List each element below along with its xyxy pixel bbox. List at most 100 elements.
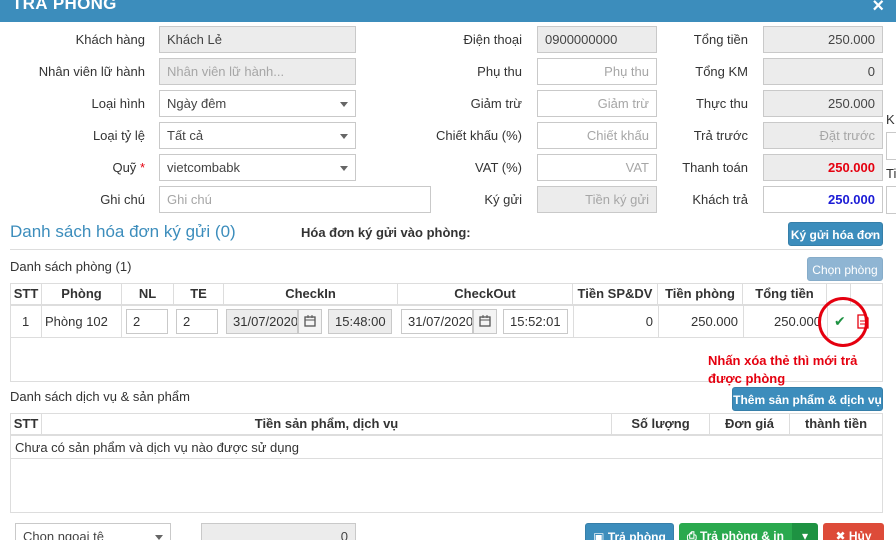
net-received-field: 250.000 xyxy=(763,90,883,117)
row-divider xyxy=(11,337,882,338)
row-separator xyxy=(41,305,42,337)
currency-select-value: Chọn ngoại tệ xyxy=(23,529,104,540)
col-service-name: Tiền sản phẩm, dịch vụ xyxy=(42,414,612,434)
total-promo-field: 0 xyxy=(763,58,883,85)
row-separator xyxy=(121,305,122,337)
divider xyxy=(10,249,883,250)
col-amount: thành tiền xyxy=(804,416,868,431)
col-stt: STT xyxy=(11,284,42,304)
print-icon: ⎙ xyxy=(687,529,697,540)
col-service-total: Tiền SP&DV xyxy=(573,284,658,304)
total-promo-label: Tổng KM xyxy=(695,64,748,79)
checkout-button-label: Trả phòng xyxy=(607,530,666,540)
checkout-button[interactable]: ▣ Trả phòng xyxy=(585,523,674,540)
deduction-input[interactable]: Giảm trừ xyxy=(537,90,657,117)
rate-type-select[interactable]: Tất cả xyxy=(159,122,356,149)
type-select[interactable]: Ngày đêm xyxy=(159,90,356,117)
customer-field[interactable]: Khách Lẻ xyxy=(159,26,356,53)
calendar-icon[interactable] xyxy=(473,309,497,334)
phone-field[interactable]: 0900000000 xyxy=(537,26,657,53)
customer-pays-label: Khách trả xyxy=(692,192,748,207)
rate-type-select-value: Tất cả xyxy=(167,128,204,143)
col-quantity: Số lượng xyxy=(612,414,710,434)
instruction-annotation: Nhấn xóa thẻ thì mới trả được phòng xyxy=(708,353,858,386)
side-panel-label-k: K xyxy=(886,112,895,127)
chevron-down-icon: ▾ xyxy=(801,529,809,540)
phone-label: Điện thoại xyxy=(463,32,522,47)
service-list-title: Danh sách dịch vụ & sản phẩm xyxy=(10,389,190,404)
deduction-label: Giảm trừ xyxy=(470,96,522,111)
surcharge-label: Phụ thu xyxy=(477,64,522,79)
payment-field: 250.000 xyxy=(763,154,883,181)
col-checkout: CheckOut xyxy=(398,284,573,304)
vat-input[interactable]: VAT xyxy=(537,154,657,181)
payment-label: Thanh toán xyxy=(682,160,748,175)
checkout-time-input[interactable]: 15:52:01 xyxy=(503,309,568,334)
adults-input[interactable]: 2 xyxy=(126,309,168,334)
cancel-button[interactable]: ✖ Hủy xyxy=(823,523,884,540)
total-label: Tổng tiền xyxy=(693,32,748,47)
deposit-subtitle: Hóa đơn ký gửi vào phòng: xyxy=(301,225,471,240)
col-room: Phòng xyxy=(42,284,122,304)
type-select-value: Ngày đêm xyxy=(167,96,227,111)
row-service-total: 0 xyxy=(645,314,653,329)
row-room-name: Phòng 102 xyxy=(45,314,108,329)
type-label: Loại hình xyxy=(91,96,146,111)
prepaid-field: Đặt trước xyxy=(763,122,883,149)
row-grand-total: 250.000 xyxy=(774,314,821,329)
children-input[interactable]: 2 xyxy=(176,309,218,334)
side-panel-input-2[interactable] xyxy=(886,186,896,214)
deposit-list-title: Danh sách hóa đơn ký gửi (0) xyxy=(10,222,236,241)
surcharge-input[interactable]: Phụ thu xyxy=(537,58,657,85)
col-grand-total: Tổng tiền xyxy=(743,284,827,304)
required-mark: * xyxy=(139,160,145,175)
fund-label-text: Quỹ xyxy=(112,160,137,175)
prepaid-label: Trả trước xyxy=(693,128,748,143)
checkout-date-input[interactable]: 31/07/2020 xyxy=(401,309,473,334)
close-icon: ✖ xyxy=(835,529,846,540)
col-children: TE xyxy=(174,284,224,304)
close-icon[interactable]: × xyxy=(872,0,884,18)
save-icon: ▣ xyxy=(593,530,605,540)
col-stt: STT xyxy=(11,414,42,434)
row-separator xyxy=(743,305,744,337)
service-table: STT Tiền sản phẩm, dịch vụ Số lượng Đơn … xyxy=(10,413,883,513)
highlight-circle xyxy=(818,297,868,347)
calendar-icon[interactable] xyxy=(298,309,322,334)
row-separator xyxy=(658,305,659,337)
col-unit-price: Đơn giá xyxy=(710,414,790,434)
vat-label: VAT (%) xyxy=(475,160,522,175)
cancel-button-label: Hủy xyxy=(848,529,872,540)
dialog-title: TRẢ PHÒNG xyxy=(12,0,117,13)
note-input[interactable]: Ghi chú xyxy=(159,186,431,213)
discount-input[interactable]: Chiết khấu xyxy=(537,122,657,149)
tour-staff-field[interactable]: Nhân viên lữ hành... xyxy=(159,58,356,85)
row-separator xyxy=(573,305,574,337)
row-stt: 1 xyxy=(22,314,30,329)
col-room-price: Tiền phòng xyxy=(658,284,743,304)
empty-services-message: Chưa có sản phẩm và dịch vụ nào được sử … xyxy=(15,440,299,455)
side-panel-input[interactable] xyxy=(886,132,896,160)
foreign-amount-field: 0 xyxy=(201,523,356,540)
row-divider xyxy=(11,458,882,459)
deposit-invoice-button[interactable]: Ký gửi hóa đơn xyxy=(788,222,883,246)
rate-type-label: Loại tỷ lệ xyxy=(92,128,145,143)
checkin-time-field[interactable]: 15:48:00 xyxy=(328,309,392,334)
checkout-print-dropdown[interactable]: ▾ xyxy=(792,523,818,540)
side-panel-label-t: Ti xyxy=(886,166,896,181)
add-service-button[interactable]: Thêm sản phẩm & dịch vụ xyxy=(732,387,883,411)
customer-pays-input[interactable]: 250.000 xyxy=(763,186,883,213)
col-checkin: CheckIn xyxy=(224,284,398,304)
deposit-label: Ký gửi xyxy=(484,192,522,207)
currency-select[interactable]: Chọn ngoại tệ xyxy=(15,523,171,540)
fund-label: Quỹ * xyxy=(10,160,145,176)
discount-label: Chiết khấu (%) xyxy=(436,128,522,143)
checkout-print-button[interactable]: ⎙ Trả phòng & in xyxy=(679,523,792,540)
checkin-date-field[interactable]: 31/07/2020 xyxy=(226,309,298,334)
deposit-field[interactable]: Tiền ký gửi xyxy=(537,186,657,213)
checkout-print-button-label: Trả phòng & in xyxy=(699,529,784,540)
choose-room-button[interactable]: Chọn phòng xyxy=(807,257,883,281)
header-divider xyxy=(11,304,882,306)
fund-select[interactable]: vietcombabk xyxy=(159,154,356,181)
col-adults: NL xyxy=(122,284,174,304)
